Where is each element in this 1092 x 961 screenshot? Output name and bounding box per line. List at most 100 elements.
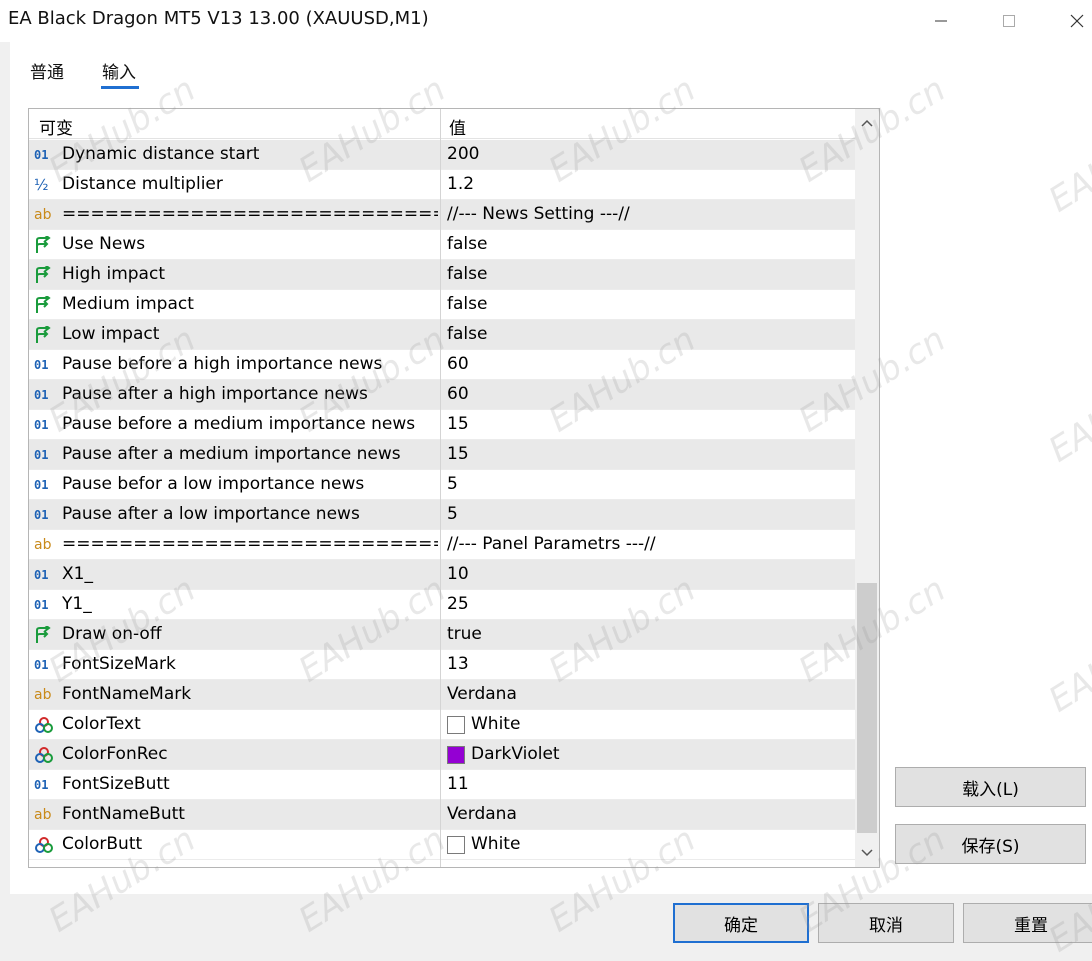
parameter-name: Pause before a medium importance news [62, 414, 416, 434]
parameter-name: ===========================... [62, 204, 438, 224]
scroll-thumb[interactable] [857, 583, 877, 833]
table-row[interactable]: Draw on-off true [29, 620, 855, 650]
maximize-button[interactable] [986, 0, 1032, 42]
parameter-value[interactable]: //--- News Setting ---// [447, 204, 630, 224]
parameter-value[interactable]: false [447, 264, 487, 284]
parameter-value[interactable]: 200 [447, 144, 479, 164]
parameter-value[interactable]: //--- Panel Parametrs ---// [447, 534, 656, 554]
integer-type-icon: 01 [34, 358, 49, 372]
parameter-name: Distance multiplier [62, 174, 223, 194]
integer-type-icon: 01 [34, 448, 49, 462]
integer-type-icon: 01 [34, 778, 49, 792]
table-row[interactable]: Low impact false [29, 320, 855, 350]
active-tab-indicator [101, 86, 139, 89]
tab-general[interactable]: 普通 [30, 58, 64, 83]
table-row[interactable]: 01 Pause after a high importance news 60 [29, 380, 855, 410]
scroll-down-button[interactable] [855, 841, 879, 865]
parameter-value[interactable]: 15 [447, 444, 469, 464]
parameter-value[interactable]: Verdana [447, 804, 517, 824]
parameter-value[interactable]: 15 [447, 414, 469, 434]
table-row[interactable]: 01 Pause before a medium importance news 1… [29, 410, 855, 440]
table-row[interactable]: 01 Pause after a low importance news 5 [29, 500, 855, 530]
table-row[interactable]: 01 Y1_ 25 [29, 590, 855, 620]
boolean-type-icon [34, 296, 54, 314]
parameter-value[interactable]: true [447, 624, 482, 644]
parameter-name: High impact [62, 264, 165, 284]
string-type-icon: ab [34, 207, 52, 223]
integer-type-icon: 01 [34, 478, 49, 492]
parameter-value[interactable]: false [447, 234, 487, 254]
parameter-value[interactable]: 60 [447, 384, 469, 404]
table-row[interactable]: Medium impact false [29, 290, 855, 320]
close-icon [1070, 14, 1084, 28]
table-row[interactable]: ab ===========================... //--- Ne… [29, 200, 855, 230]
table-row[interactable]: 01 Pause before a high importance news 60 [29, 350, 855, 380]
table-row[interactable]: 01 FontSizeButt 11 [29, 770, 855, 800]
table-row[interactable]: ColorButt White [29, 830, 855, 860]
table-row[interactable]: ColorFonRec DarkViolet [29, 740, 855, 770]
ok-button[interactable]: 确定 [673, 903, 809, 943]
table-row[interactable]: 01 Pause after a medium importance news 15 [29, 440, 855, 470]
save-button[interactable]: 保存(S) [895, 824, 1086, 864]
double-type-icon: ½ [34, 176, 49, 194]
parameter-value[interactable]: White [471, 834, 520, 854]
color-swatch[interactable] [447, 716, 465, 734]
integer-type-icon: 01 [34, 418, 49, 432]
parameter-name: Dynamic distance start [62, 144, 260, 164]
table-row[interactable]: 01 Pause befor a low importance news 5 [29, 470, 855, 500]
vertical-scrollbar[interactable] [855, 109, 879, 867]
column-divider[interactable] [440, 109, 441, 867]
table-row[interactable]: 01 Dynamic distance start 200 [29, 140, 855, 170]
grid-rows: 01 Dynamic distance start 200 ½ Distance mul… [29, 140, 855, 860]
parameter-name: Medium impact [62, 294, 194, 314]
column-header-name[interactable]: 可变 [39, 114, 73, 139]
parameter-value[interactable]: 1.2 [447, 174, 474, 194]
color-swatch[interactable] [447, 746, 465, 764]
minimize-button[interactable] [918, 0, 964, 42]
parameter-name: FontSizeButt [62, 774, 170, 794]
color-type-icon [34, 716, 54, 734]
column-header-value[interactable]: 值 [449, 114, 466, 139]
table-row[interactable]: ColorText White [29, 710, 855, 740]
boolean-type-icon [34, 236, 54, 254]
parameter-name: ColorButt [62, 834, 143, 854]
grid-header: 可变 值 [29, 109, 855, 139]
parameter-value[interactable]: false [447, 324, 487, 344]
table-row[interactable]: ab FontNameMark Verdana [29, 680, 855, 710]
chevron-down-icon [861, 849, 873, 857]
parameter-value[interactable]: White [471, 714, 520, 734]
table-row[interactable]: ab FontNameButt Verdana [29, 800, 855, 830]
close-button[interactable] [1054, 0, 1092, 42]
table-row[interactable]: ab ===========================... //--- Pa… [29, 530, 855, 560]
table-row[interactable]: ½ Distance multiplier 1.2 [29, 170, 855, 200]
parameter-value[interactable]: DarkViolet [471, 744, 560, 764]
parameter-value[interactable]: 11 [447, 774, 469, 794]
table-row[interactable]: High impact false [29, 260, 855, 290]
load-button[interactable]: 载入(L) [895, 767, 1086, 807]
parameter-value[interactable]: 5 [447, 504, 458, 524]
parameter-value[interactable]: 60 [447, 354, 469, 374]
integer-type-icon: 01 [34, 598, 49, 612]
parameter-name: Low impact [62, 324, 160, 344]
parameter-value[interactable]: 13 [447, 654, 469, 674]
reset-button[interactable]: 重置 [963, 903, 1092, 943]
parameter-value[interactable]: 10 [447, 564, 469, 584]
parameter-value[interactable]: 25 [447, 594, 469, 614]
maximize-icon [1003, 15, 1015, 27]
inputs-grid: 可变 值 01 Dynamic distance start 200 ½ Distanc… [28, 108, 880, 868]
tab-input[interactable]: 输入 [102, 58, 136, 83]
parameter-value[interactable]: Verdana [447, 684, 517, 704]
integer-type-icon: 01 [34, 568, 49, 582]
parameter-value[interactable]: false [447, 294, 487, 314]
title-bar: EA Black Dragon MT5 V13 13.00 (XAUUSD,M1… [0, 0, 1092, 42]
table-row[interactable]: 01 X1_ 10 [29, 560, 855, 590]
scroll-up-button[interactable] [855, 111, 879, 135]
table-row[interactable]: Use News false [29, 230, 855, 260]
boolean-type-icon [34, 626, 54, 644]
integer-type-icon: 01 [34, 658, 49, 672]
cancel-button[interactable]: 取消 [818, 903, 954, 943]
table-row[interactable]: 01 FontSizeMark 13 [29, 650, 855, 680]
parameter-name: Use News [62, 234, 146, 254]
color-swatch[interactable] [447, 836, 465, 854]
parameter-value[interactable]: 5 [447, 474, 458, 494]
